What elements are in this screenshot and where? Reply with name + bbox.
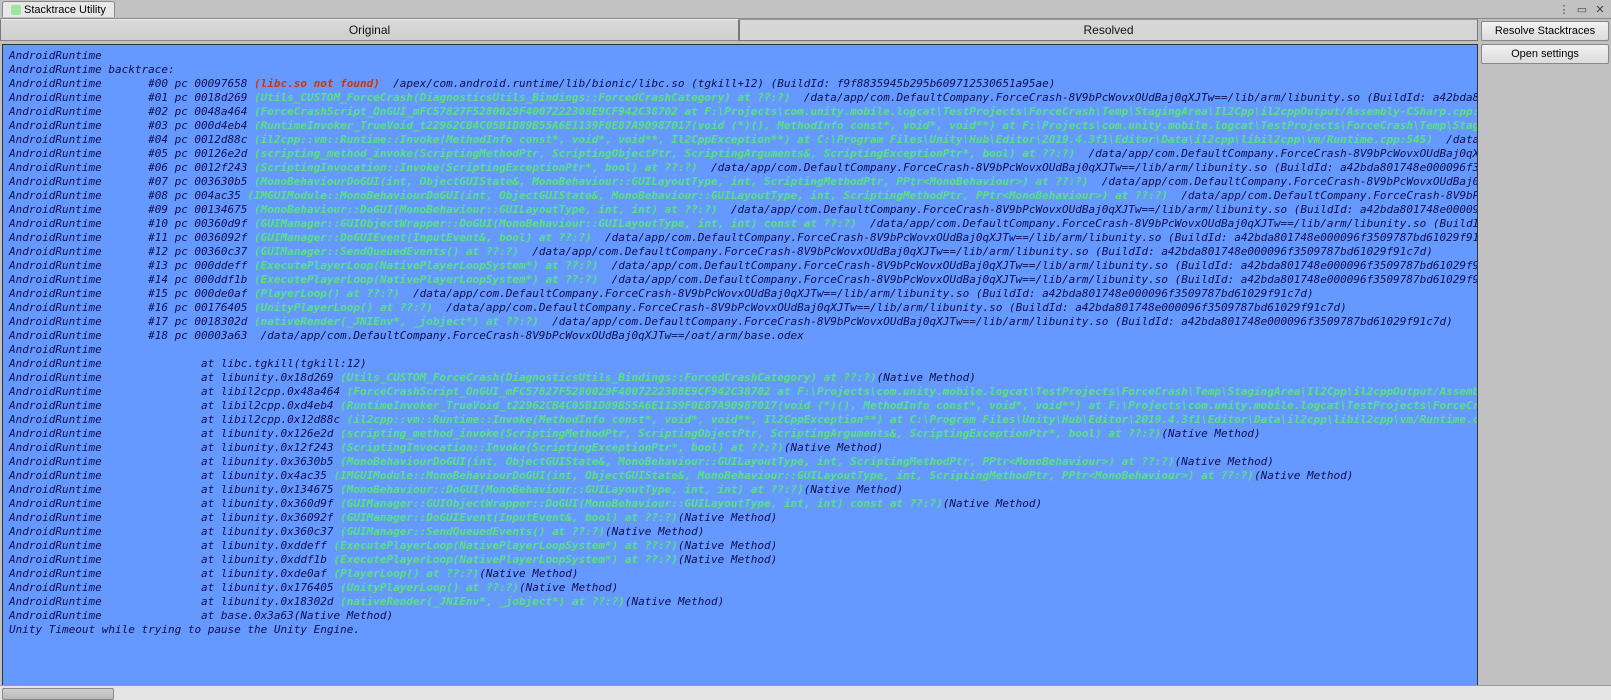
minimize-icon[interactable]: ▭ [1575,3,1589,16]
horizontal-scrollbar[interactable] [0,685,1611,700]
titlebar: Stacktrace Utility ⋮ ▭ ✕ [0,0,1611,19]
scrollbar-thumb[interactable] [2,688,114,700]
window-controls: ⋮ ▭ ✕ [1557,3,1611,16]
action-panel: Resolve Stacktraces Open settings [1481,21,1609,64]
tab-resolved-label: Resolved [1083,23,1133,37]
stacktrace-icon [11,5,21,15]
window-title-tab[interactable]: Stacktrace Utility [2,1,115,17]
resolve-button[interactable]: Resolve Stacktraces [1481,21,1609,41]
resolve-button-label: Resolve Stacktraces [1495,25,1595,37]
stacktrace-content[interactable]: AndroidRuntime AndroidRuntime backtrace:… [3,45,1477,685]
stacktrace-text-area[interactable]: AndroidRuntime AndroidRuntime backtrace:… [2,44,1478,686]
tab-bar: Original Resolved [0,19,1478,41]
more-icon[interactable]: ⋮ [1557,3,1571,16]
close-icon[interactable]: ✕ [1593,3,1607,16]
tab-original-label: Original [349,23,390,37]
tab-resolved[interactable]: Resolved [739,19,1478,41]
tab-original[interactable]: Original [0,19,739,41]
open-settings-button[interactable]: Open settings [1481,44,1609,64]
window-title: Stacktrace Utility [24,4,106,16]
open-settings-label: Open settings [1511,48,1579,60]
